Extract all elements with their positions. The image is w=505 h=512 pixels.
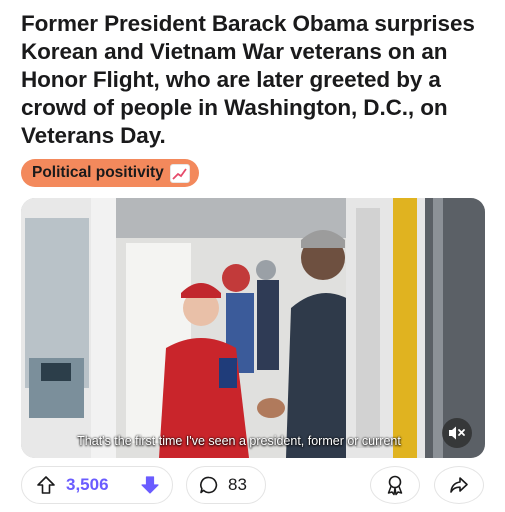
post-title[interactable]: Former President Barack Obama surprises … <box>21 10 491 150</box>
mute-button[interactable] <box>442 418 472 448</box>
comment-count: 83 <box>228 475 247 494</box>
video-caption: That's the first time I've seen a presid… <box>77 434 401 448</box>
comments-button[interactable]: 83 <box>186 466 266 504</box>
post-flair[interactable]: Political positivity <box>21 159 199 187</box>
vote-count: 3,506 <box>66 475 109 494</box>
arrow-up-icon[interactable] <box>36 475 56 495</box>
flair-label: Political positivity <box>32 164 164 181</box>
award-button[interactable] <box>370 466 420 504</box>
chart-increasing-icon <box>169 163 190 183</box>
video-frame <box>21 198 485 458</box>
award-icon <box>385 474 405 496</box>
video-player[interactable]: That's the first time I've seen a presid… <box>21 198 485 458</box>
speech-bubble-icon <box>199 475 219 495</box>
post-action-bar: 3,506 83 <box>0 466 505 506</box>
speaker-muted-icon <box>448 425 466 441</box>
vote-control: 3,506 <box>21 466 173 504</box>
share-button[interactable] <box>434 466 484 504</box>
arrow-down-icon[interactable] <box>140 475 160 495</box>
share-arrow-icon <box>449 475 469 495</box>
